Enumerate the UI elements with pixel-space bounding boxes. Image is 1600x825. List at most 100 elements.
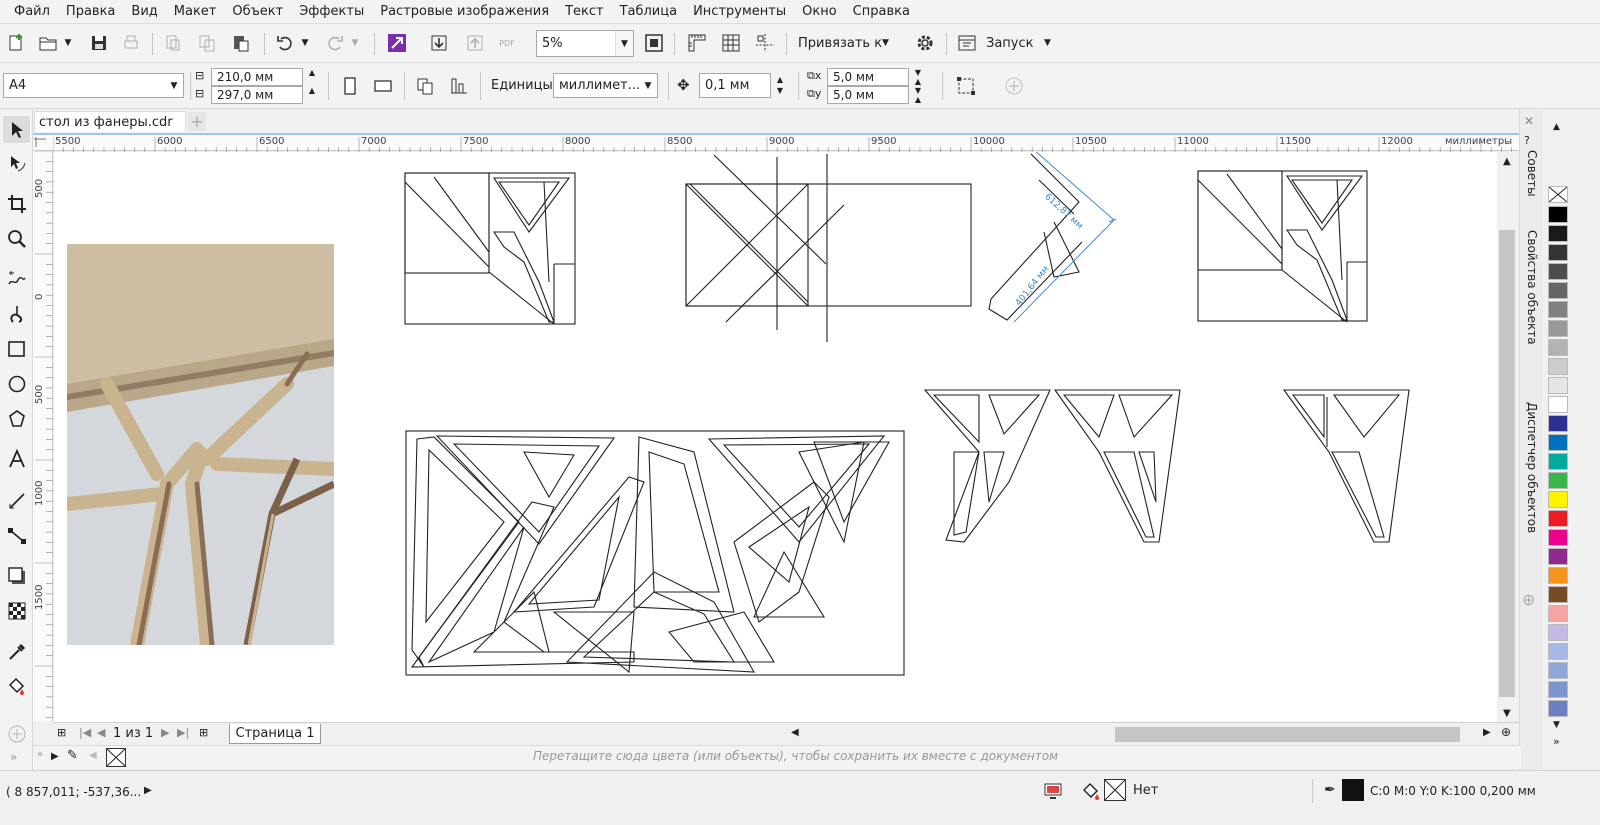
new-tab-plus-icon[interactable]: + — [188, 112, 206, 131]
palette-swatch[interactable] — [1548, 415, 1568, 432]
menu-view[interactable]: Вид — [123, 4, 165, 19]
horizontal-scroll-thumb[interactable] — [1115, 727, 1460, 742]
color-proofing-icon[interactable] — [1043, 781, 1063, 801]
outline-pen-icon[interactable]: ✒ — [1324, 782, 1336, 798]
copy-icon[interactable] — [196, 32, 218, 54]
palette-swatch[interactable] — [1548, 396, 1568, 413]
redo-icon[interactable] — [324, 32, 346, 54]
docpal-left-arrow-icon[interactable]: ◀ — [89, 750, 97, 761]
palette-swatch[interactable] — [1548, 434, 1568, 451]
palette-swatch[interactable] — [1548, 605, 1568, 622]
ellipse-tool-icon[interactable] — [3, 370, 30, 397]
hscroll-right-arrow-icon[interactable]: ▶ — [1483, 727, 1491, 738]
scroll-up-arrow-icon[interactable]: ▲ — [1503, 156, 1511, 167]
zoom-tool-icon[interactable] — [3, 225, 30, 252]
palette-swatch[interactable] — [1548, 206, 1568, 223]
redo-dropdown-arrow[interactable]: ▼ — [348, 32, 362, 54]
search-content-icon[interactable] — [386, 32, 408, 54]
show-rulers-icon[interactable] — [686, 32, 708, 54]
docpal-eyedropper-icon[interactable]: ✎ — [67, 748, 78, 763]
landscape-icon[interactable] — [372, 75, 394, 97]
ruler-origin-corner[interactable] — [33, 133, 53, 151]
save-icon[interactable] — [88, 32, 110, 54]
vertical-scroll-thumb[interactable] — [1499, 230, 1515, 697]
menu-layout[interactable]: Макет — [166, 4, 225, 19]
menu-window[interactable]: Окно — [794, 4, 845, 19]
connector-tool-icon[interactable] — [3, 522, 30, 549]
full-screen-preview-icon[interactable] — [643, 32, 665, 54]
palette-swatch[interactable] — [1548, 320, 1568, 337]
add-plus-icon[interactable] — [1003, 75, 1025, 97]
palette-swatch[interactable] — [1548, 377, 1568, 394]
horizontal-ruler[interactable]: 5500 6000 6500 7000 7500 8000 8500 9000 … — [53, 133, 1521, 153]
palette-swatch[interactable] — [1548, 453, 1568, 470]
next-page-icon[interactable]: ▶ — [161, 726, 169, 739]
hscroll-left-arrow-icon[interactable]: ◀ — [791, 727, 799, 738]
page-width-field[interactable]: 210,0 мм — [211, 68, 303, 86]
zoom-level-combo[interactable]: 5% ▼ — [536, 30, 634, 57]
export-icon[interactable] — [464, 32, 486, 54]
drop-shadow-tool-icon[interactable] — [3, 562, 30, 589]
insert-page-before-icon[interactable]: ⊞ — [57, 726, 66, 739]
palette-swatch[interactable] — [1548, 301, 1568, 318]
all-pages-icon[interactable] — [414, 75, 436, 97]
vector-drawing[interactable] — [54, 152, 1497, 722]
menu-bitmaps[interactable]: Растровые изображения — [372, 4, 557, 19]
menu-effects[interactable]: Эффекты — [291, 4, 372, 19]
docker-help-icon[interactable]: ? — [1524, 134, 1530, 147]
nudge-distance-stepper[interactable]: ▲ ▼ — [773, 74, 787, 98]
rectangle-tool-icon[interactable] — [3, 335, 30, 362]
chevron-down-icon[interactable]: ▼ — [639, 74, 657, 97]
menu-tools[interactable]: Инструменты — [685, 4, 794, 19]
undo-dropdown-arrow[interactable]: ▼ — [298, 32, 312, 54]
portrait-icon[interactable] — [339, 75, 361, 97]
nudge-distance-field[interactable]: 0,1 мм — [699, 73, 771, 98]
outline-color-swatch[interactable] — [1342, 779, 1364, 801]
pick-tool-icon[interactable] — [3, 116, 30, 143]
launch-button[interactable]: Запуск — [986, 36, 1034, 51]
freehand-tool-icon[interactable] — [3, 265, 30, 292]
palette-swatch[interactable] — [1548, 339, 1568, 356]
menu-object[interactable]: Объект — [224, 4, 291, 19]
text-tool-icon[interactable] — [3, 445, 30, 472]
fill-bucket-icon[interactable] — [1081, 781, 1101, 801]
palette-swatch[interactable] — [1548, 567, 1568, 584]
menu-table[interactable]: Таблица — [612, 4, 686, 19]
duplicate-x-field[interactable]: 5,0 мм — [827, 68, 909, 86]
palette-swatch[interactable] — [1548, 510, 1568, 527]
snap-to-chevron-down-icon[interactable]: ▼ — [882, 38, 889, 48]
palette-swatch[interactable] — [1548, 472, 1568, 489]
units-combo[interactable]: миллимет... ▼ — [553, 73, 658, 98]
chevron-down-icon[interactable]: ▼ — [165, 74, 183, 97]
chevron-down-icon[interactable]: ▼ — [615, 31, 633, 56]
publish-pdf-icon[interactable]: PDF — [496, 32, 518, 54]
transparency-tool-icon[interactable] — [3, 597, 30, 624]
show-guidelines-icon[interactable] — [754, 32, 776, 54]
menu-edit[interactable]: Правка — [58, 4, 123, 19]
toolbox-expand-icon[interactable]: » — [10, 750, 17, 764]
palette-swatch[interactable] — [1548, 225, 1568, 242]
interactive-fill-tool-icon[interactable] — [3, 672, 30, 699]
palette-swatch[interactable] — [1548, 548, 1568, 565]
docpal-no-color-swatch[interactable] — [106, 748, 126, 767]
palette-swatch[interactable] — [1548, 662, 1568, 679]
page-size-combo[interactable]: A4 ▼ — [3, 73, 184, 98]
drawing-canvas[interactable]: 612,87 мм 401,64 мм — [54, 152, 1497, 722]
snap-to-button[interactable]: Привязать к — [798, 36, 882, 51]
palette-swatch[interactable] — [1548, 624, 1568, 641]
menu-file[interactable]: Файл — [6, 4, 58, 19]
duplicate-y-field[interactable]: 5,0 мм — [827, 86, 909, 104]
docpal-arrow-icon[interactable]: ▶ — [51, 751, 59, 762]
current-page-icon[interactable] — [448, 75, 470, 97]
palette-swatch[interactable] — [1548, 529, 1568, 546]
document-tab[interactable]: стол из фанеры.cdr — [34, 111, 186, 132]
open-dropdown-arrow[interactable]: ▼ — [61, 32, 75, 54]
open-folder-icon[interactable] — [37, 32, 59, 54]
polygon-tool-icon[interactable] — [3, 405, 30, 432]
no-color-swatch[interactable] — [1548, 186, 1568, 203]
docpal-expand-icon[interactable]: » — [37, 749, 43, 760]
palette-swatch[interactable] — [1548, 263, 1568, 280]
launch-chevron-down-icon[interactable]: ▼ — [1044, 38, 1051, 48]
palette-swatch[interactable] — [1548, 244, 1568, 261]
docker-close-icon[interactable]: ✕ — [1524, 114, 1534, 128]
